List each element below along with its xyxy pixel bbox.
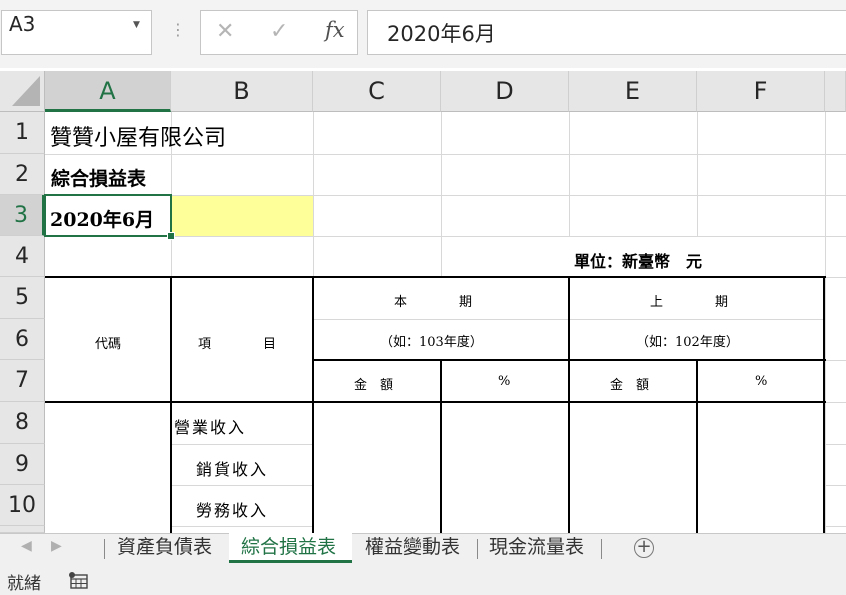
row-header-10[interactable]: 10 (0, 485, 45, 526)
fill-handle[interactable] (167, 232, 175, 240)
gridline (825, 277, 846, 278)
cell-e4[interactable]: 單位：新臺幣 元 (574, 248, 702, 272)
table-border (170, 276, 172, 533)
row-header-4[interactable]: 4 (0, 236, 45, 277)
cell-b10[interactable]: 勞務收入 (196, 497, 268, 521)
cell-c5[interactable]: 本 期 (394, 291, 472, 310)
tab-balance-sheet[interactable]: 資產負債表 (106, 533, 228, 563)
table-border (823, 276, 825, 533)
sheet-grid[interactable] (45, 112, 846, 533)
tab-separator (601, 539, 602, 559)
macro-record-icon[interactable] (68, 571, 89, 589)
status-bar (0, 565, 846, 595)
cell-b8[interactable]: 營業收入 (174, 414, 246, 438)
row-header-6[interactable]: 6 (0, 319, 45, 360)
active-cell-border (44, 194, 172, 237)
gridline (825, 402, 846, 403)
cell-a2[interactable]: 綜合損益表 (51, 164, 146, 191)
column-header-d[interactable]: D (441, 71, 569, 112)
column-header-g[interactable] (825, 71, 846, 112)
gridline (171, 526, 313, 527)
row-header-9[interactable]: 9 (0, 444, 45, 485)
tab-scroll-left-icon[interactable]: ◀ (21, 538, 32, 554)
gridline (825, 444, 846, 445)
column-header-b[interactable]: B (171, 71, 313, 112)
cell-e5[interactable]: 上 期 (650, 291, 728, 310)
status-text: 就緒 (7, 574, 41, 594)
insert-function-icon[interactable]: fx (325, 18, 345, 42)
gridline (825, 112, 826, 533)
tab-income-statement[interactable]: 綜合損益表 (229, 533, 352, 563)
gridline (171, 444, 313, 445)
cell-e6[interactable]: （如：102年度） (636, 331, 739, 350)
cell-e7[interactable]: 金 額 (610, 374, 649, 393)
row-header-1[interactable]: 1 (0, 112, 45, 154)
gridline (171, 485, 313, 486)
tab-scroll-right-icon[interactable]: ▶ (51, 538, 62, 554)
column-header-c[interactable]: C (313, 71, 441, 112)
table-border (45, 401, 826, 403)
enter-icon[interactable]: ✓ (270, 19, 288, 44)
select-all-icon (12, 76, 40, 106)
cell-a5[interactable]: 代碼 (95, 333, 121, 352)
cell-d7[interactable]: % (498, 374, 510, 389)
row-header-11[interactable] (0, 526, 45, 533)
cancel-icon[interactable]: ✕ (216, 19, 234, 44)
tab-separator (104, 539, 105, 559)
row-header-3[interactable]: 3 (0, 195, 45, 236)
row-header-7[interactable]: 7 (0, 360, 45, 402)
gridline (825, 526, 846, 527)
cell-f7[interactable]: % (755, 374, 767, 389)
name-box-value: A3 (9, 12, 36, 36)
row-header-8[interactable]: 8 (0, 402, 45, 444)
table-border (696, 359, 698, 533)
gridline (569, 112, 570, 236)
gridline (825, 485, 846, 486)
gridline (45, 154, 846, 155)
tab-cash-flow[interactable]: 現金流量表 (478, 533, 600, 563)
cell-a1[interactable]: 贊贊小屋有限公司 (50, 120, 226, 152)
cell-c7[interactable]: 金 額 (354, 374, 393, 393)
cell-b9[interactable]: 銷貨收入 (196, 456, 268, 480)
add-sheet-icon[interactable]: + (634, 538, 654, 558)
table-border (312, 276, 314, 533)
column-header-a[interactable]: A (45, 71, 171, 112)
column-header-f[interactable]: F (697, 71, 825, 112)
cell-c6[interactable]: （如：103年度） (380, 331, 483, 350)
row-header-5[interactable]: 5 (0, 277, 45, 319)
table-border (568, 276, 570, 533)
name-box-dropdown-icon[interactable]: ▼ (133, 20, 140, 30)
cell-b5[interactable]: 項 目 (198, 333, 276, 352)
row-header-2[interactable]: 2 (0, 154, 45, 195)
gridline (825, 360, 846, 361)
table-border (440, 359, 442, 533)
tab-equity-changes[interactable]: 權益變動表 (354, 533, 476, 563)
table-border (45, 276, 826, 278)
gridline (697, 112, 698, 236)
more-options-icon[interactable]: ⋮ (170, 20, 186, 39)
formula-input-value: 2020年6月 (387, 22, 496, 46)
cell-b3-highlight[interactable] (171, 195, 313, 236)
column-header-e[interactable]: E (569, 71, 697, 112)
